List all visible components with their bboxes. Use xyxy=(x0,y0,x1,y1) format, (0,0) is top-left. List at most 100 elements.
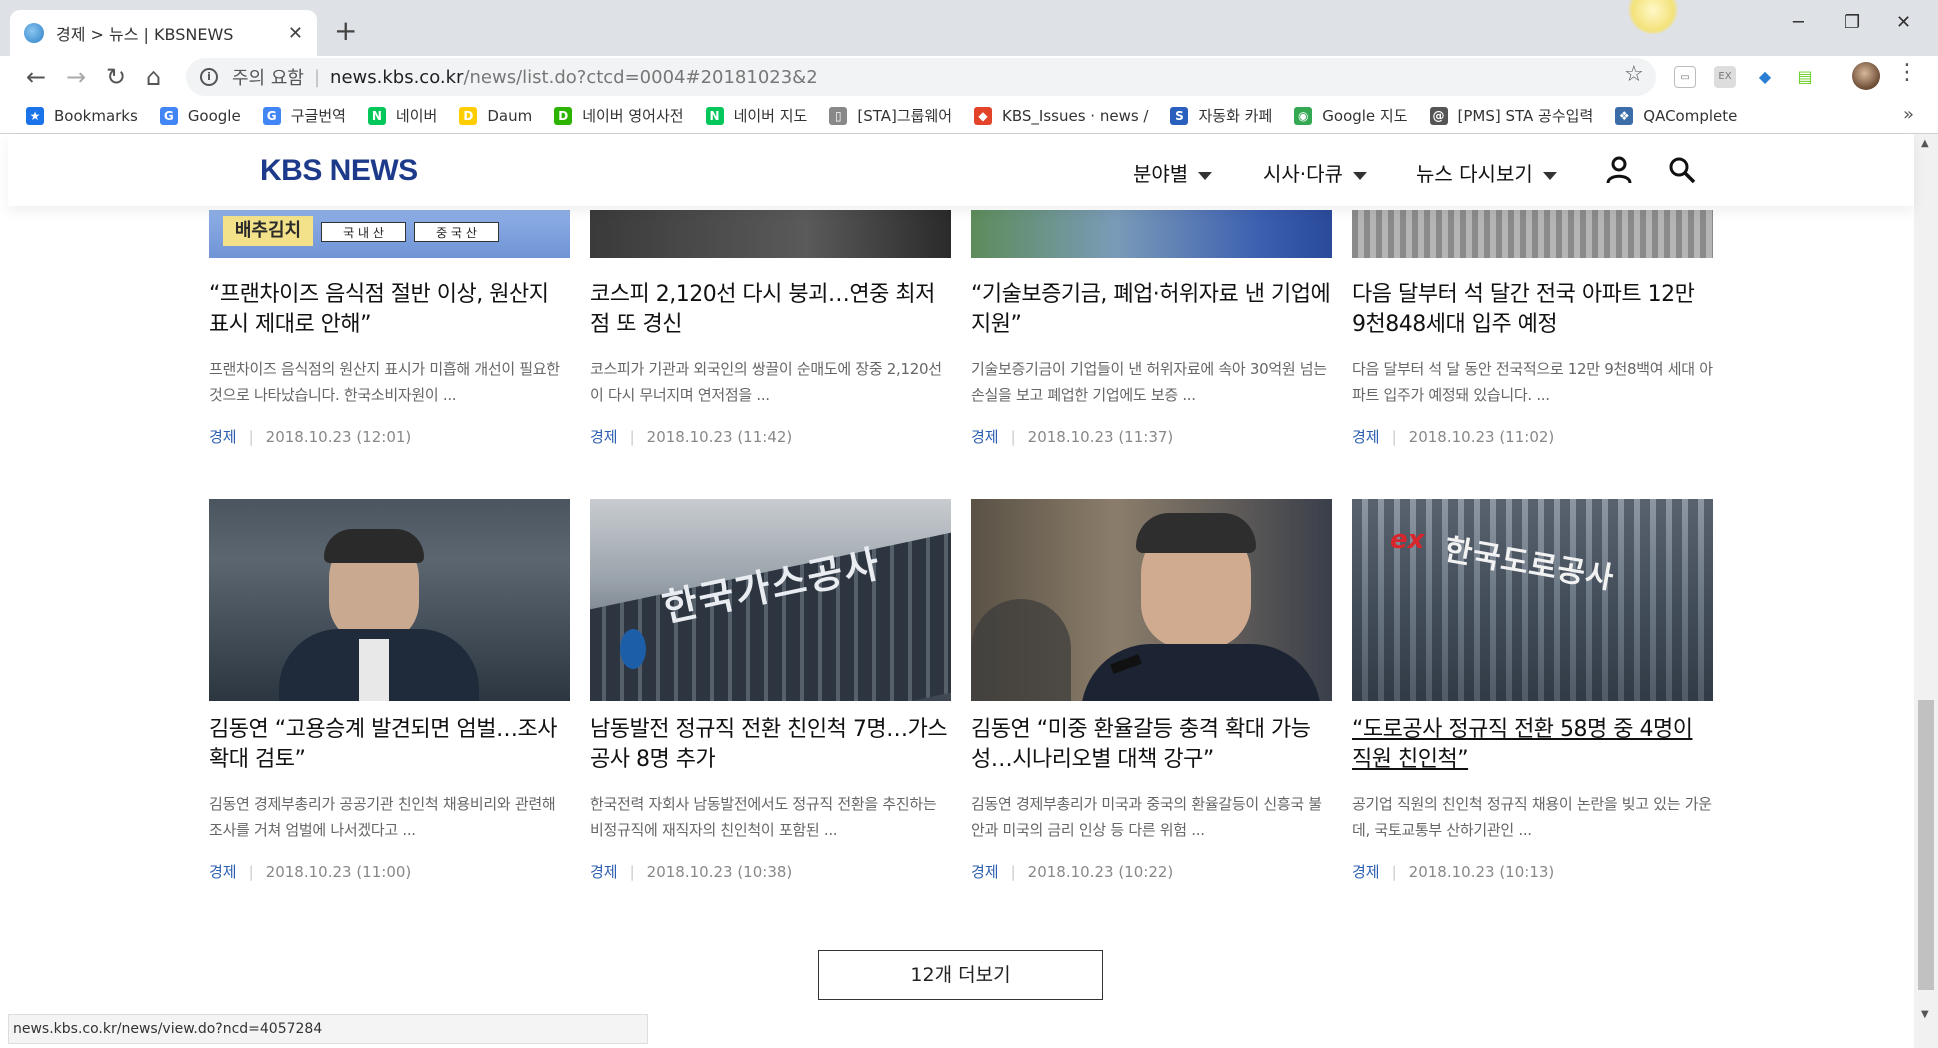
user-icon[interactable] xyxy=(1606,156,1632,184)
news-card[interactable]: 김동연 “미중 환율갈등 충격 확대 가능성…시나리오별 대책 강구” 김동연 … xyxy=(971,499,1332,882)
minimize-icon[interactable]: ─ xyxy=(1793,12,1804,33)
bookmarks-overflow-icon[interactable]: » xyxy=(1903,104,1914,125)
info-icon[interactable]: i xyxy=(200,68,218,86)
news-category[interactable]: 경제 xyxy=(209,863,237,881)
news-thumbnail[interactable]: 배추김치 국 내 산 중 국 산 xyxy=(209,210,570,258)
nav-news-replay[interactable]: 뉴스 다시보기 xyxy=(1416,158,1557,187)
news-summary[interactable]: 기술보증기금이 기업들이 낸 허위자료에 속아 30억원 넘는 손실을 보고 폐… xyxy=(971,356,1332,408)
bookmark-item[interactable]: ★ Bookmarks xyxy=(26,106,138,125)
nav-current-affairs[interactable]: 시사·다큐 xyxy=(1263,158,1367,187)
menu-icon[interactable]: ⋮ xyxy=(1896,60,1918,85)
news-thumbnail[interactable] xyxy=(971,210,1332,258)
news-thumbnail[interactable] xyxy=(209,499,570,701)
restore-icon[interactable]: ❐ xyxy=(1844,12,1860,33)
news-summary[interactable]: 코스피가 기관과 외국인의 쌍끌이 순매도에 장중 2,120선이 다시 무너지… xyxy=(590,356,951,408)
news-headline[interactable]: 김동연 “고용승계 발견되면 엄벌…조사 확대 검토” xyxy=(209,715,570,775)
chevron-down-icon xyxy=(1542,171,1557,180)
news-category[interactable]: 경제 xyxy=(971,863,999,881)
maps-icon: ◉ xyxy=(1294,106,1313,125)
bookmark-item[interactable]: S 자동화 카페 xyxy=(1170,105,1272,126)
status-bar: news.kbs.co.kr/news/view.do?ncd=4057284 xyxy=(8,1014,648,1044)
news-summary[interactable]: 한국전력 자회사 남동발전에서도 정규직 전환을 추진하는 비정규직에 재직자의… xyxy=(590,791,951,843)
bookmark-item[interactable]: ◉ Google 지도 xyxy=(1294,105,1408,126)
home-icon[interactable]: ⌂ xyxy=(146,62,161,92)
security-warning[interactable]: 주의 요함 xyxy=(232,64,304,90)
news-summary[interactable]: 김동연 경제부총리가 미국과 중국의 환율갈등이 신흥국 불안과 미국의 금리 … xyxy=(971,791,1332,843)
news-thumbnail[interactable] xyxy=(590,210,951,258)
chevron-down-icon xyxy=(1198,171,1213,180)
close-window-icon[interactable]: ✕ xyxy=(1896,12,1911,33)
url-separator: | xyxy=(313,66,321,88)
bookmark-item[interactable]: D Daum xyxy=(459,106,532,125)
news-category[interactable]: 경제 xyxy=(209,428,237,446)
profile-avatar[interactable] xyxy=(1852,62,1880,90)
bookmark-label: Google 지도 xyxy=(1322,107,1408,125)
news-meta: 경제 | 2018.10.23 (10:22) xyxy=(971,863,1174,881)
news-date: 2018.10.23 (10:38) xyxy=(646,863,793,881)
kbs-news-logo[interactable]: KBS NEWS xyxy=(260,154,418,188)
news-headline[interactable]: 코스피 2,120선 다시 붕괴…연중 최저점 또 경신 xyxy=(590,280,951,340)
news-headline[interactable]: “프랜차이즈 음식점 절반 이상, 원산지 표시 제대로 안해” xyxy=(209,280,570,340)
forward-icon[interactable]: → xyxy=(66,62,86,92)
kbs-favicon-icon xyxy=(24,23,44,43)
news-thumbnail[interactable] xyxy=(1352,210,1713,258)
search-icon[interactable] xyxy=(1668,156,1696,184)
news-summary[interactable]: 다음 달부터 석 달 동안 전국적으로 12만 9천8백여 세대 아파트 입주가… xyxy=(1352,356,1713,408)
news-category[interactable]: 경제 xyxy=(590,428,618,446)
bookmark-star-icon[interactable]: ☆ xyxy=(1624,62,1644,87)
news-category[interactable]: 경제 xyxy=(590,863,618,881)
bookmark-item[interactable]: G Google xyxy=(159,106,241,125)
address-bar[interactable]: i 주의 요함 | news.kbs.co.kr /news/list.do?c… xyxy=(186,58,1656,96)
ex-extension-icon[interactable]: EX xyxy=(1714,66,1736,88)
close-tab-icon[interactable]: ✕ xyxy=(288,23,303,44)
bookmark-item[interactable]: ▯ [STA]그룹웨어 xyxy=(829,105,952,126)
google-icon: G xyxy=(159,106,178,125)
site-header: KBS NEWS 분야별 시사·다큐 뉴스 다시보기 xyxy=(8,134,1914,206)
news-thumbnail[interactable]: 한국가스공사 xyxy=(590,499,951,701)
news-thumbnail[interactable] xyxy=(971,499,1332,701)
scroll-down-icon[interactable]: ▼ xyxy=(1921,1009,1929,1020)
reload-icon[interactable]: ↻ xyxy=(106,62,126,92)
bookmark-label: 네이버 xyxy=(395,107,438,125)
news-headline[interactable]: “도로공사 정규직 전환 58명 중 4명이 직원 친인척” xyxy=(1352,715,1713,775)
back-icon[interactable]: ← xyxy=(26,62,46,92)
gitlab-icon: ◆ xyxy=(974,106,993,125)
news-summary[interactable]: 공기업 직원의 친인척 정규직 채용이 논란을 빚고 있는 가운데, 국토교통부… xyxy=(1352,791,1713,843)
browser-toolbar: ← → ↻ ⌂ i 주의 요함 | news.kbs.co.kr /news/l… xyxy=(0,56,1938,98)
bookmark-item[interactable]: N 네이버 지도 xyxy=(705,105,807,126)
browser-tab[interactable]: 경제 > 뉴스 | KBSNEWS ✕ xyxy=(10,10,317,56)
news-headline[interactable]: 다음 달부터 석 달간 전국 아파트 12만 9천848세대 입주 예정 xyxy=(1352,280,1713,340)
page-scrollbar[interactable]: ▲ ▼ xyxy=(1914,134,1938,1048)
news-summary[interactable]: 김동연 경제부총리가 공공기관 친인척 채용비리와 관련해 조사를 거쳐 엄벌에… xyxy=(209,791,570,843)
news-headline[interactable]: 김동연 “미중 환율갈등 충격 확대 가능성…시나리오별 대책 강구” xyxy=(971,715,1332,775)
bookmark-item[interactable]: @ [PMS] STA 공수입력 xyxy=(1429,105,1593,126)
scrollbar-thumb[interactable] xyxy=(1918,700,1934,990)
news-category[interactable]: 경제 xyxy=(1352,863,1380,881)
load-more-button[interactable]: 12개 더보기 xyxy=(818,950,1103,1000)
bookmark-item[interactable]: N 네이버 xyxy=(367,105,438,126)
new-tab-button[interactable]: + xyxy=(334,16,357,46)
bookmark-item[interactable]: D 네이버 영어사전 xyxy=(554,105,684,126)
extension-icon[interactable]: ▭ xyxy=(1674,66,1696,88)
bookmark-label: KBS_Issues · news / xyxy=(1002,106,1149,125)
url-host: news.kbs.co.kr xyxy=(330,66,464,88)
news-card[interactable]: 한국가스공사 남동발전 정규직 전환 친인척 7명…가스공사 8명 추가 한국전… xyxy=(590,499,951,882)
bookmark-item[interactable]: ◆ KBS_Issues · news / xyxy=(974,106,1149,125)
diamond-extension-icon[interactable]: ◆ xyxy=(1754,66,1776,88)
news-summary[interactable]: 프랜차이즈 음식점의 원산지 표시가 미흡해 개선이 필요한 것으로 나타났습니… xyxy=(209,356,570,408)
scroll-up-icon[interactable]: ▲ xyxy=(1921,138,1929,149)
nav-label: 시사·다큐 xyxy=(1263,162,1343,186)
news-card[interactable]: ex 한국도로공사 “도로공사 정규직 전환 58명 중 4명이 직원 친인척”… xyxy=(1352,499,1713,882)
news-card[interactable]: 김동연 “고용승계 발견되면 엄벌…조사 확대 검토” 김동연 경제부총리가 공… xyxy=(209,499,570,882)
news-category[interactable]: 경제 xyxy=(971,428,999,446)
news-meta: 경제 | 2018.10.23 (11:42) xyxy=(590,428,793,446)
news-headline[interactable]: 남동발전 정규직 전환 친인척 7명…가스공사 8명 추가 xyxy=(590,715,951,775)
news-thumbnail[interactable]: ex 한국도로공사 xyxy=(1352,499,1713,701)
bookmark-item[interactable]: G 구글번역 xyxy=(262,105,346,126)
green-extension-icon[interactable]: ▤ xyxy=(1794,66,1816,88)
news-category[interactable]: 경제 xyxy=(1352,428,1380,446)
bookmark-item[interactable]: ❖ QAComplete xyxy=(1615,106,1737,125)
nav-category[interactable]: 분야별 xyxy=(1133,158,1213,187)
nav-label: 분야별 xyxy=(1133,162,1189,186)
news-headline[interactable]: “기술보증기금, 폐업·허위자료 낸 기업에 지원” xyxy=(971,280,1332,340)
